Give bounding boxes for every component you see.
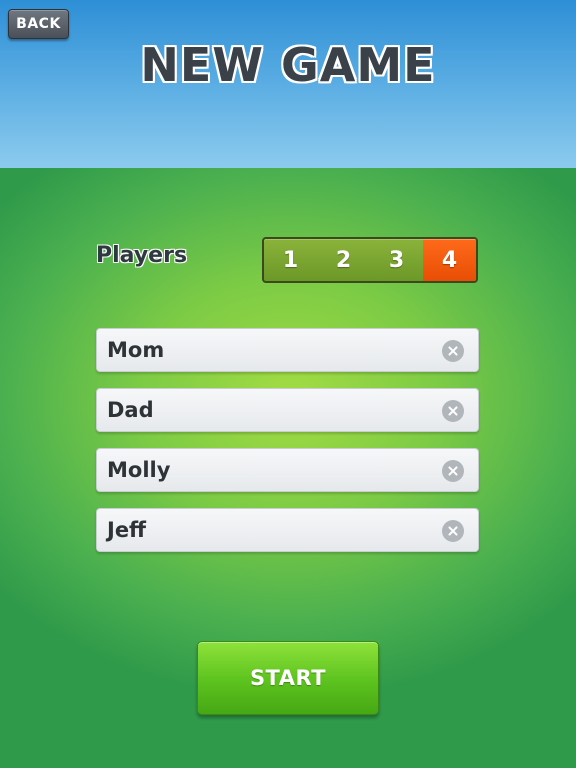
player-name-value: Jeff [107, 518, 147, 542]
player-count-option-3[interactable]: 3 [370, 239, 423, 281]
player-name-field-1[interactable]: Mom [96, 328, 479, 372]
player-name-value: Mom [107, 338, 165, 362]
clear-icon[interactable] [442, 520, 464, 542]
back-button[interactable]: BACK [8, 9, 69, 39]
player-count-option-2[interactable]: 2 [317, 239, 370, 281]
player-name-field-3[interactable]: Molly [96, 448, 479, 492]
start-button[interactable]: START [197, 641, 379, 715]
clear-icon[interactable] [442, 340, 464, 362]
player-name-field-2[interactable]: Dad [96, 388, 479, 432]
player-name-value: Dad [107, 398, 154, 422]
clear-icon[interactable] [442, 460, 464, 482]
page-title: NEW GAME [140, 38, 436, 92]
player-count-option-1[interactable]: 1 [264, 239, 317, 281]
players-label: Players [96, 243, 188, 268]
player-name-field-4[interactable]: Jeff [96, 508, 479, 552]
player-name-value: Molly [107, 458, 171, 482]
player-count-option-4[interactable]: 4 [423, 239, 476, 281]
player-count-selector: 1 2 3 4 [262, 237, 478, 283]
clear-icon[interactable] [442, 400, 464, 422]
